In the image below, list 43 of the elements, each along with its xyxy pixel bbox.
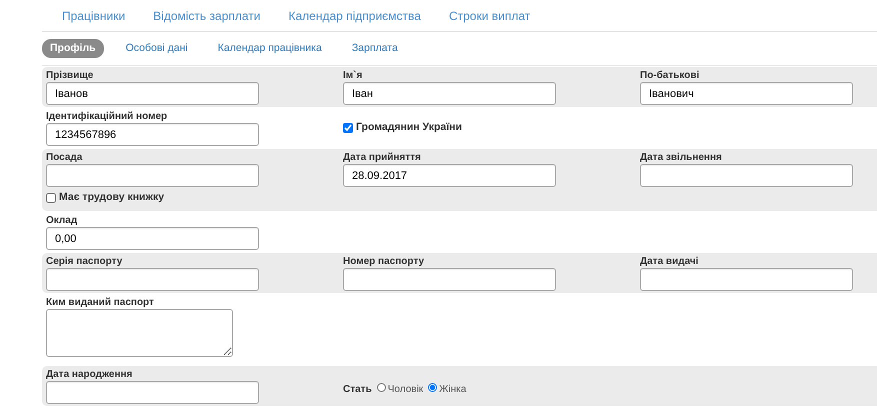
input-field[interactable] [46,380,259,404]
field-label: Дата народження [46,368,134,380]
nav-link[interactable]: Працівники [62,6,126,24]
input-field[interactable] [640,164,853,187]
input-field[interactable] [640,268,853,291]
field-label: Прізвище [46,69,94,82]
nav-link[interactable]: Відомість зарплати [153,6,260,24]
radio-label: Чоловік [388,382,424,396]
checkbox[interactable] [46,193,56,203]
input-field[interactable]: Іванович [640,82,853,105]
field-label: По-батькові [640,69,700,82]
field-label: Дата видачі [640,255,700,268]
field-label: Посада [46,151,84,164]
input-field[interactable] [343,268,556,291]
input-field[interactable] [46,164,259,187]
field-label: Серія паспорту [46,255,124,268]
field-label: Ім`я [343,69,364,82]
field-label: Номер паспорту [343,255,426,268]
checkbox[interactable] [343,123,353,133]
radio-button[interactable] [428,382,438,392]
input-field[interactable]: 1234567896 [46,123,259,146]
radio-button[interactable] [376,382,386,392]
field-label: Ким виданий паспорт [46,296,155,309]
input-field[interactable]: 28.09.2017 [343,164,556,187]
nav-link[interactable]: Календар підприємства [288,6,421,24]
field-label: Оклад [46,214,78,227]
checkbox-label: Громадянин України [356,120,462,136]
field-label: Стать [343,382,372,396]
field-label: Дата звільнення [640,151,723,164]
field-label: Дата прийняття [343,151,422,164]
input-field[interactable]: Іванов [46,82,259,105]
tab[interactable]: Особові дані [118,38,196,58]
input-field[interactable] [46,268,259,291]
input-field[interactable]: Іван [343,82,556,105]
tab[interactable]: Профіль [42,38,104,58]
radio-label: Жінка [439,382,466,396]
tab[interactable]: Календар працівника [210,38,330,58]
field-label: Ідентифікаційний номер [46,110,168,123]
text-area[interactable] [46,309,233,357]
nav-link[interactable]: Строки виплат [448,6,530,24]
tab[interactable]: Зарплата [344,38,406,58]
checkbox-label: Має трудову книжку [59,190,164,206]
input-field[interactable]: 0,00 [46,227,259,250]
